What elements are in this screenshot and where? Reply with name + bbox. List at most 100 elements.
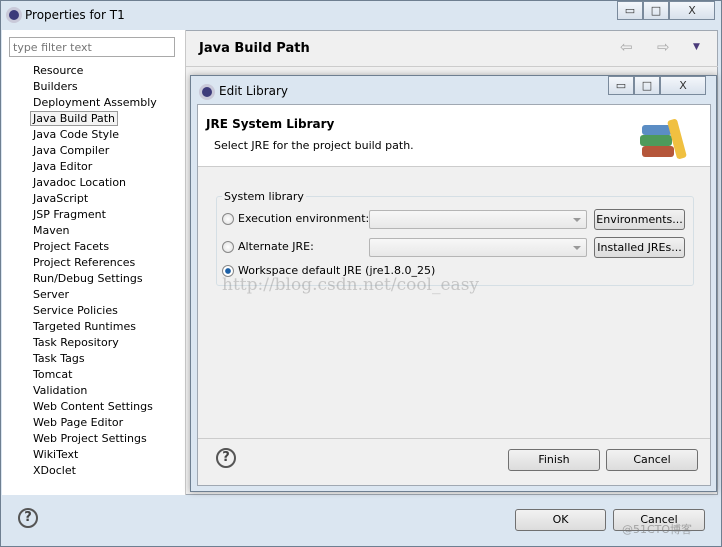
expand-triangle-icon[interactable] [18, 193, 24, 203]
finish-button[interactable]: Finish [508, 449, 600, 471]
tree-item[interactable]: Java Editor [18, 159, 93, 174]
tree-item[interactable]: Project References [33, 255, 135, 270]
tree-item[interactable]: Resource [18, 63, 84, 78]
tree-item-label: Web Project Settings [33, 432, 147, 445]
tree-item-label: Service Policies [33, 304, 118, 317]
tree-item[interactable]: Java Code Style [18, 127, 120, 142]
alternate-jre-radio[interactable] [222, 241, 234, 253]
corner-watermark: @51CTO博客 [622, 523, 693, 536]
tree-item[interactable]: Run/Debug Settings [33, 271, 143, 286]
alternate-jre-label: Alternate JRE: [238, 240, 314, 253]
dialog-minimize-button[interactable]: ▭ [608, 76, 634, 95]
tree-item[interactable]: Java Build Path [30, 111, 119, 126]
tree-item-label: Targeted Runtimes [33, 320, 136, 333]
tree-item-label: Validation [33, 384, 88, 397]
tree-item-label: Tomcat [33, 368, 73, 381]
dialog-maximize-button[interactable]: □ [634, 76, 660, 95]
edit-library-dialog: Edit Library ▭ □ X JRE System Library Se… [190, 75, 717, 492]
dialog-cancel-button[interactable]: Cancel [606, 449, 698, 471]
help-icon[interactable]: ? [18, 508, 38, 528]
ok-button[interactable]: OK [515, 509, 606, 531]
tree-item-label: Builders [33, 80, 78, 93]
dialog-description: Select JRE for the project build path. [214, 139, 414, 152]
tree-item-label: Javadoc Location [33, 176, 127, 189]
tree-item[interactable]: JavaScript [18, 191, 89, 206]
tree-item-label: Java Editor [33, 160, 93, 173]
expand-triangle-icon[interactable] [18, 145, 24, 155]
divider [198, 438, 710, 439]
tree-item[interactable]: Javadoc Location [33, 175, 126, 190]
execution-environment-combo[interactable] [369, 210, 587, 229]
execution-environment-radio[interactable] [222, 213, 234, 225]
tree-item-label: Web Content Settings [33, 400, 153, 413]
tree-item-label: Java Code Style [33, 128, 120, 141]
group-label: System library [224, 190, 304, 203]
tree-item[interactable]: Project Facets [33, 239, 109, 254]
expand-triangle-icon[interactable] [18, 225, 24, 235]
expand-triangle-icon[interactable] [18, 337, 24, 347]
execution-environment-label: Execution environment: [238, 212, 370, 225]
eclipse-logo-icon [199, 84, 215, 100]
dialog-close-button[interactable]: X [660, 76, 706, 95]
tree-item-label: Web Page Editor [33, 416, 124, 429]
tree-item[interactable]: Builders [33, 79, 78, 94]
tree-item-label: Java Compiler [33, 144, 110, 157]
tree-item[interactable]: Targeted Runtimes [33, 319, 136, 334]
tree-item[interactable]: Validation [18, 383, 88, 398]
minimize-button[interactable]: ▭ [617, 1, 643, 20]
tree-item[interactable]: Server [33, 287, 69, 302]
close-button[interactable]: X [669, 1, 715, 20]
library-books-icon [640, 118, 690, 161]
tree-item-label: JSP Fragment [33, 208, 106, 221]
tree-item[interactable]: Maven [18, 223, 70, 238]
filter-input[interactable] [9, 37, 175, 57]
expand-triangle-icon[interactable] [18, 385, 24, 395]
tree-item-label: Task Tags [33, 352, 85, 365]
divider [186, 66, 718, 67]
tree-item[interactable]: Task Repository [18, 335, 119, 350]
back-arrow-icon[interactable]: ⇦ [620, 38, 633, 56]
tree-item[interactable]: Service Policies [33, 303, 118, 318]
tree-item-label: Project References [33, 256, 136, 269]
tree-item[interactable]: Web Content Settings [33, 399, 153, 414]
tree-item[interactable]: JSP Fragment [33, 207, 106, 222]
dialog-banner: JRE System Library Select JRE for the pr… [198, 105, 710, 167]
view-menu-icon[interactable]: ▼ [693, 42, 700, 52]
tree-item-label: Deployment Assembly [33, 96, 157, 109]
expand-triangle-icon[interactable] [18, 161, 24, 171]
tree-item-label: Maven [33, 224, 70, 237]
installed-jres-button[interactable]: Installed JREs... [594, 237, 685, 258]
dialog-client: JRE System Library Select JRE for the pr… [197, 104, 711, 486]
tree-item-label: Task Repository [33, 336, 119, 349]
tree-item[interactable]: Web Project Settings [33, 431, 147, 446]
tree-item[interactable]: Java Compiler [18, 143, 110, 158]
window-title: Properties for T1 [25, 8, 125, 22]
maximize-button[interactable]: □ [643, 1, 669, 20]
tree-item[interactable]: Deployment Assembly [33, 95, 157, 110]
tree-item-label: Java Build Path [30, 111, 119, 126]
dialog-help-icon[interactable]: ? [216, 448, 236, 468]
dialog-title: Edit Library [219, 84, 289, 98]
tree-item[interactable]: Tomcat [33, 367, 72, 382]
tree-item[interactable]: Web Page Editor [33, 415, 123, 430]
tree-item-label: JavaScript [33, 192, 89, 205]
tree-item[interactable]: WikiText [33, 447, 78, 462]
expand-triangle-icon[interactable] [18, 465, 24, 475]
expand-triangle-icon[interactable] [18, 65, 24, 75]
tree-item-label: XDoclet [33, 464, 76, 477]
alternate-jre-combo[interactable] [369, 238, 587, 257]
dialog-heading: JRE System Library [206, 117, 335, 131]
expand-triangle-icon[interactable] [18, 129, 24, 139]
watermark: http://blog.csdn.net/cool_easy [222, 275, 480, 295]
tree-item-label: Server [33, 288, 70, 301]
tree-item-label: Project Facets [33, 240, 110, 253]
environments-button[interactable]: Environments... [594, 209, 685, 230]
tree-item-label: Run/Debug Settings [33, 272, 143, 285]
tree-item-label: WikiText [33, 448, 79, 461]
page-title: Java Build Path [199, 41, 310, 56]
tree-item-label: Resource [33, 64, 84, 77]
forward-arrow-icon[interactable]: ⇨ [657, 38, 670, 56]
tree-item[interactable]: XDoclet [18, 463, 76, 478]
tree-item[interactable]: Task Tags [33, 351, 85, 366]
eclipse-logo-icon [6, 7, 22, 23]
